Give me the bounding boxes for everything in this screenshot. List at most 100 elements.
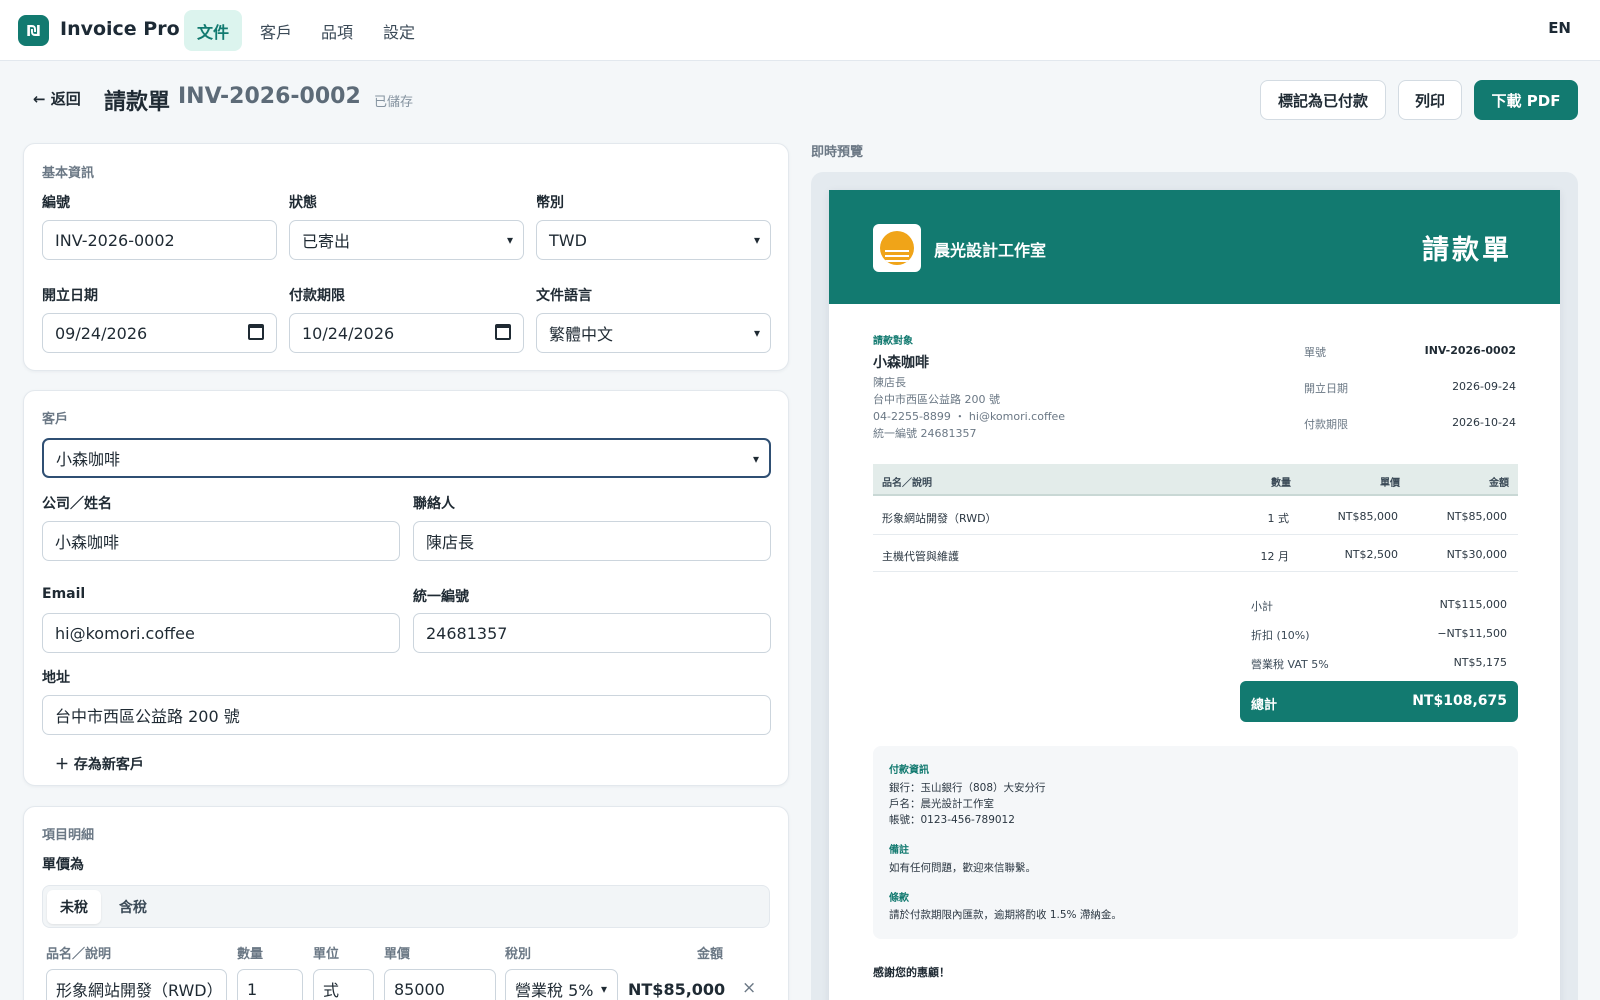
currency-label: 幣別: [536, 195, 564, 211]
item-tax-select[interactable]: 營業稅 5% ▾: [505, 969, 618, 1000]
nav-tab-documents[interactable]: 文件: [184, 10, 243, 51]
invoice-header: 晨光設計工作室 請款單: [829, 190, 1560, 304]
sun-icon: [880, 231, 914, 265]
issue-date-label: 開立日期: [42, 288, 98, 304]
status-select[interactable]: 已寄出 ▾: [289, 220, 524, 260]
document-number: INV-2026-0002: [178, 84, 361, 109]
currency-select[interactable]: TWD ▾: [536, 220, 771, 260]
document-kind: 請款單: [1422, 235, 1512, 266]
section-title: 客戶: [42, 412, 69, 427]
row-divider: [873, 571, 1518, 572]
nav-tab-items[interactable]: 品項: [308, 10, 366, 51]
line-price: NT$85,000: [1337, 510, 1398, 523]
back-link[interactable]: ← 返回: [33, 88, 81, 109]
meta-value: 2026-09-24: [1452, 380, 1516, 393]
chevron-down-icon: ▾: [753, 326, 760, 340]
line-name: 形象網站開發（RWD）: [882, 512, 997, 525]
page-title: 請款單: [104, 90, 171, 115]
item-amount: NT$85,000: [628, 980, 726, 999]
number-input[interactable]: INV-2026-0002: [42, 220, 277, 260]
mode-tax-included[interactable]: 含稅: [111, 890, 155, 924]
price-mode-toggle: 未稅 含稅: [42, 885, 770, 928]
tax-id-input[interactable]: 24681357: [413, 613, 771, 653]
total-box: 總計 NT$108,675: [1240, 681, 1518, 722]
discount-value: −NT$11,500: [1437, 627, 1507, 640]
status-label: 狀態: [289, 195, 317, 211]
th-name: 品名／說明: [882, 478, 932, 489]
calendar-icon[interactable]: [248, 324, 264, 340]
col-header-unit: 單位: [313, 947, 340, 962]
col-header-tax: 稅別: [505, 947, 532, 962]
subtotal-label: 小計: [1251, 600, 1273, 613]
save-new-client-button[interactable]: ＋ 存為新客戶: [55, 754, 144, 774]
col-header-price: 單價: [384, 947, 411, 962]
item-unit-input[interactable]: 式: [313, 969, 374, 1000]
meta-value: INV-2026-0002: [1424, 344, 1516, 357]
meta-label: 開立日期: [1304, 382, 1348, 395]
tax-value: NT$5,175: [1453, 656, 1507, 669]
line-name: 主機代管與維護: [882, 550, 959, 563]
due-date-input[interactable]: 10/24/2026: [289, 313, 524, 353]
chevron-down-icon: ▾: [600, 982, 607, 996]
remove-item-icon[interactable]: ×: [742, 978, 756, 998]
email-label: Email: [42, 586, 86, 602]
meta-label: 付款期限: [1304, 418, 1348, 431]
th-qty: 數量: [1271, 478, 1291, 489]
company-input[interactable]: 小森咖啡: [42, 521, 400, 561]
tax-label: 營業稅 VAT 5%: [1251, 658, 1329, 671]
chevron-down-icon: ▾: [506, 233, 513, 247]
price-mode-label: 單價為: [42, 857, 84, 873]
language-toggle[interactable]: EN: [1548, 19, 1571, 37]
line-amount: NT$85,000: [1446, 510, 1507, 523]
item-qty-input[interactable]: 1: [237, 969, 303, 1000]
issue-date-input[interactable]: 09/24/2026: [42, 313, 277, 353]
app-logo-icon: ₪: [18, 15, 49, 46]
line-price: NT$2,500: [1344, 548, 1398, 561]
address-label: 地址: [42, 670, 70, 686]
line-amount: NT$30,000: [1446, 548, 1507, 561]
chevron-down-icon: ▾: [753, 233, 760, 247]
terms-tag: 條款: [889, 893, 909, 904]
payment-info-box: 付款資訊 銀行：玉山銀行（808）大安分行 戶名：晨光設計工作室 帳號：0123…: [873, 746, 1518, 939]
contact-label: 聯絡人: [413, 496, 455, 512]
th-price: 單價: [1380, 478, 1400, 489]
client-name: 小森咖啡: [873, 355, 929, 371]
item-price-input[interactable]: 85000: [384, 969, 496, 1000]
total-label: 總計: [1251, 698, 1278, 713]
col-header-qty: 數量: [237, 947, 264, 962]
col-header-name: 品名／說明: [46, 947, 112, 962]
client-card: 客戶 小森咖啡 ▾ 公司／姓名 小森咖啡 聯絡人 陳店長 Email hi@kom…: [23, 390, 789, 786]
company-name: 晨光設計工作室: [934, 241, 1047, 260]
note-text: 如有任何問題，歡迎來信聯繫。: [889, 862, 1036, 874]
save-status: 已儲存: [374, 95, 414, 110]
payment-tag: 付款資訊: [889, 765, 929, 776]
due-date-label: 付款期限: [289, 288, 345, 304]
item-name-input[interactable]: 形象網站開發（RWD）: [46, 969, 227, 1000]
table-header: 品名／說明 數量 單價 金額: [873, 464, 1518, 496]
nav-tab-clients[interactable]: 客戶: [247, 10, 305, 51]
doc-language-select[interactable]: 繁體中文 ▾: [536, 313, 771, 353]
contact-input[interactable]: 陳店長: [413, 521, 771, 561]
tax-id-label: 統一編號: [413, 589, 469, 605]
terms-text: 請於付款期限內匯款，逾期將酌收 1.5% 滯納金。: [889, 909, 1122, 921]
subtotal-value: NT$115,000: [1439, 598, 1507, 611]
mode-tax-excluded[interactable]: 未稅: [47, 890, 101, 924]
email-input[interactable]: hi@komori.coffee: [42, 613, 400, 653]
calendar-icon[interactable]: [495, 324, 511, 340]
col-header-amount: 金額: [697, 947, 724, 962]
client-select[interactable]: 小森咖啡 ▾: [42, 438, 771, 478]
section-title: 項目明細: [42, 828, 95, 843]
client-tax-id: 統一編號 24681357: [873, 427, 977, 440]
address-input[interactable]: 台中市西區公益路 200 號: [42, 695, 771, 735]
client-contact: 陳店長: [873, 376, 906, 389]
nav-tab-settings[interactable]: 設定: [370, 10, 428, 51]
account-name: 戶名：晨光設計工作室: [889, 798, 994, 810]
download-pdf-button[interactable]: 下載 PDF: [1474, 80, 1578, 120]
items-card: 項目明細 單價為 未稅 含稅 品名／說明 數量 單位 單價 稅別 金額 形象網站…: [23, 806, 789, 1000]
account-number: 帳號：0123-456-789012: [889, 814, 1015, 826]
bill-to-tag: 請款對象: [873, 336, 913, 347]
print-button[interactable]: 列印: [1398, 80, 1462, 120]
top-nav: ₪ Invoice Pro 文件 客戶 品項 設定 EN: [0, 0, 1600, 61]
mark-paid-button[interactable]: 標記為已付款: [1260, 80, 1386, 120]
client-phone-email: 04-2255-8899 ・ hi@komori.coffee: [873, 410, 1066, 423]
